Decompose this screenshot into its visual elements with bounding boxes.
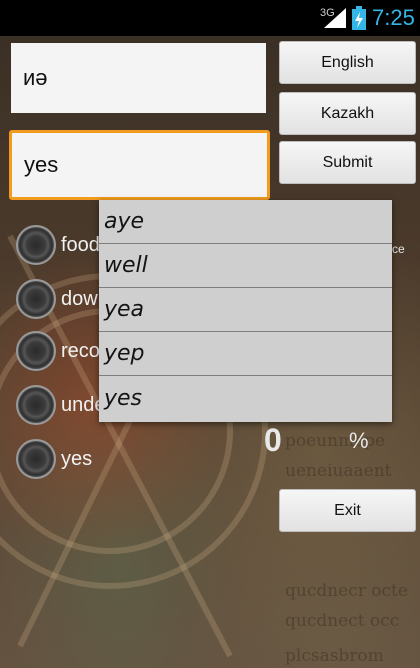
svg-text:qucdnect occ: qucdnect occ	[285, 611, 399, 631]
svg-text:qucdnecr octe: qucdnecr octe	[285, 581, 408, 601]
svg-text:poeunmepe: poeunmepe	[285, 431, 385, 451]
suggestion-item[interactable]: yep	[99, 332, 392, 376]
partially-hidden-text: ce	[392, 242, 405, 256]
radio-button-icon[interactable]	[16, 439, 56, 479]
radio-button-icon[interactable]	[16, 279, 56, 319]
status-bar: 3G 7:25	[0, 0, 420, 36]
submit-button[interactable]: Submit	[279, 141, 416, 184]
option-radio-1[interactable]: food	[16, 225, 100, 265]
percent-sign: %	[349, 428, 369, 453]
svg-text:ueneiuaaent: ueneiuaaent	[285, 461, 392, 481]
target-text-value: yes	[24, 152, 59, 177]
source-text-field[interactable]: иə	[11, 43, 266, 113]
option-label: food	[61, 233, 100, 256]
target-text-field[interactable]: yes	[9, 130, 270, 200]
battery-charging-icon	[352, 6, 366, 30]
suggestion-item[interactable]: aye	[99, 200, 392, 244]
kazakh-button[interactable]: Kazakh	[279, 92, 416, 135]
exit-button[interactable]: Exit	[279, 489, 416, 532]
source-text-value: иə	[23, 65, 48, 90]
score-value: 0	[264, 422, 282, 458]
option-radio-5[interactable]: yes	[16, 439, 92, 479]
option-radio-2[interactable]: down	[16, 279, 109, 319]
option-radio-4[interactable]: under	[16, 385, 112, 425]
radio-button-icon[interactable]	[16, 331, 56, 371]
radio-button-icon[interactable]	[16, 225, 56, 265]
signal-icon	[324, 8, 346, 28]
suggestions-dropdown: aye well yea yep yes	[99, 200, 392, 422]
english-button[interactable]: English	[279, 41, 416, 84]
suggestion-item[interactable]: yea	[99, 288, 392, 332]
svg-text:plcsasbrom: plcsasbrom	[285, 646, 384, 666]
clock: 7:25	[372, 5, 415, 30]
option-label: yes	[61, 447, 93, 470]
suggestion-item[interactable]: well	[99, 244, 392, 288]
radio-button-icon[interactable]	[16, 385, 56, 425]
suggestion-item[interactable]: yes	[99, 376, 392, 420]
